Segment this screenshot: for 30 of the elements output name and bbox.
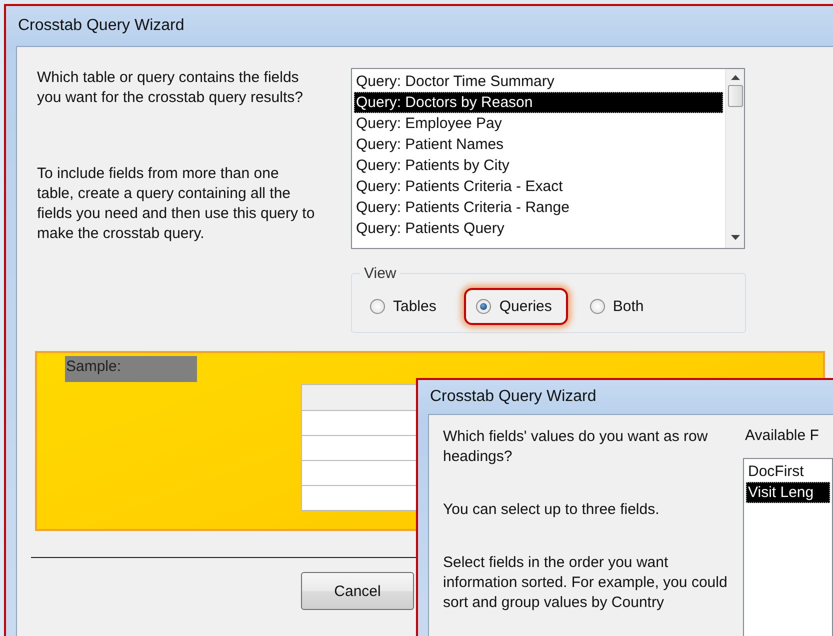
source-list[interactable] — [351, 68, 745, 249]
scroll-thumb[interactable] — [728, 85, 742, 107]
instruction-text: Which fields' values do you want as row headings? — [443, 427, 709, 467]
instruction-text: You can select up to three fields. — [443, 500, 660, 520]
source-item[interactable]: Query: Doctor Time Summary — [354, 71, 723, 92]
cancel-button[interactable]: Cancel — [301, 572, 414, 610]
source-item[interactable]: Query: Patients by City — [354, 155, 723, 176]
fields-list[interactable]: DocFirst Visit Leng — [743, 458, 833, 636]
window-title: Crosstab Query Wizard — [17, 17, 184, 35]
group-label: View — [363, 265, 398, 282]
scroll-up-icon[interactable] — [730, 75, 740, 80]
view-radio[interactable]: Tables — [358, 288, 452, 325]
view-radio[interactable]: Both — [578, 288, 660, 325]
available-fields-label: Available F — [744, 427, 820, 444]
window-title: Crosstab Query Wizard — [429, 388, 596, 406]
sample-label: Sample: — [65, 356, 197, 382]
view-radio[interactable]: Queries — [464, 288, 568, 325]
source-item[interactable]: Query: Doctors by Reason — [354, 92, 723, 113]
hint-text: To include fields from more than one table, create a query containing all the fields you need and then use this query to make the crosstab query. — [37, 164, 316, 244]
source-item[interactable]: Query: Patient Names — [354, 134, 723, 155]
prompt-text: Which table or query contains the fields you want for the crosstab query results? — [37, 68, 304, 108]
source-item[interactable]: Query: Employee Pay — [354, 113, 723, 134]
scroll-down-icon[interactable] — [730, 235, 740, 240]
instruction-text: Select fields in the order you want information sorted. For example, you could sort and group values by Country — [443, 553, 728, 613]
source-item[interactable]: Query: Patients Criteria - Range — [354, 197, 723, 218]
scrollbar[interactable] — [725, 69, 744, 248]
field-item[interactable]: Visit Leng — [746, 482, 830, 503]
field-item[interactable]: DocFirst — [746, 461, 830, 482]
source-item[interactable]: Query: Patients Criteria - Exact — [354, 176, 723, 197]
source-item[interactable]: Query: Patients Query — [354, 218, 723, 239]
